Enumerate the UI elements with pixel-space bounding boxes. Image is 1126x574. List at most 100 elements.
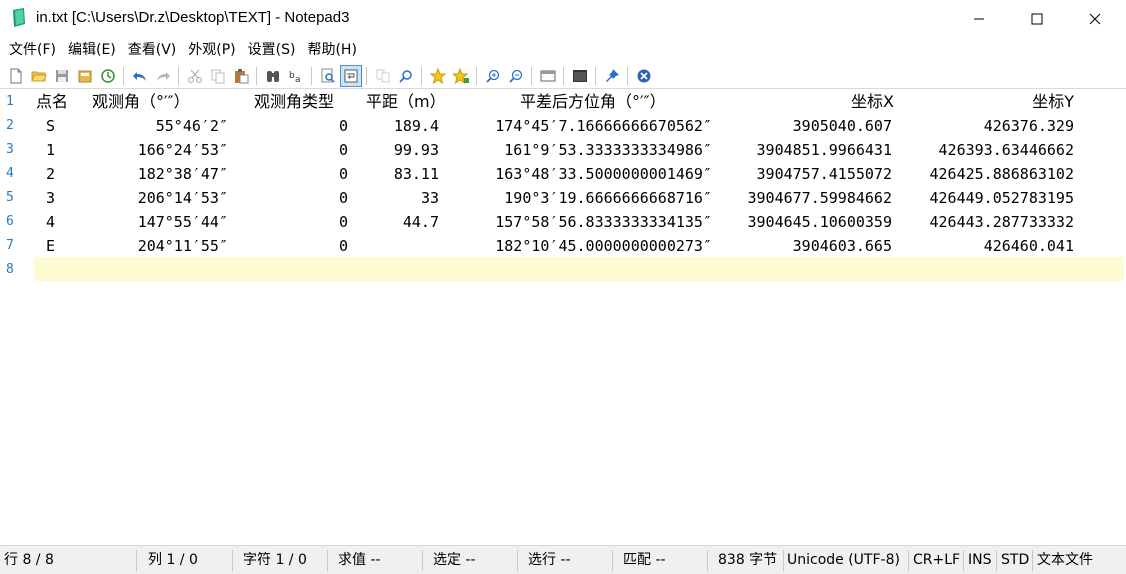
status-bar: 行 8 / 8 列 1 / 0 字符 1 / 0 求值 -- 选定 -- 选行 … <box>0 545 1126 574</box>
zoom-out-icon <box>508 69 522 83</box>
status-separator <box>908 550 909 571</box>
binoculars-icon <box>266 70 279 82</box>
toolbar-separator <box>123 66 124 85</box>
point-name: S <box>46 117 56 135</box>
zoom-out-button[interactable] <box>505 65 527 87</box>
add-favorite-button[interactable] <box>450 65 472 87</box>
menu-settings[interactable]: 设置(S) <box>243 38 301 62</box>
cut-button[interactable] <box>184 65 206 87</box>
coord-x: 3904677.59984662 <box>747 189 893 207</box>
status-std[interactable]: STD <box>1001 546 1029 574</box>
status-separator <box>612 550 613 571</box>
distance: 33 <box>420 189 439 207</box>
line-number: 1 <box>6 94 14 109</box>
status-char[interactable]: 字符 1 / 0 <box>243 546 307 574</box>
redo-icon <box>156 71 170 81</box>
line-number-gutter: 1 2 3 4 5 6 7 8 <box>0 90 34 544</box>
header-name: 点名 <box>36 92 69 111</box>
find-button[interactable] <box>262 65 284 87</box>
menu-file[interactable]: 文件(F) <box>4 38 61 62</box>
status-separator <box>327 550 328 571</box>
close-button[interactable] <box>1066 0 1124 38</box>
observed-angle: 166°24′53″ <box>137 141 228 159</box>
favorites-button[interactable] <box>427 65 449 87</box>
status-selected[interactable]: 选定 -- <box>433 546 476 574</box>
line-number: 5 <box>6 190 14 205</box>
close-circle-icon <box>637 69 650 82</box>
menu-edit[interactable]: 编辑(E) <box>63 38 121 62</box>
status-selected-lines[interactable]: 选行 -- <box>528 546 571 574</box>
pin-button[interactable] <box>601 65 623 87</box>
line-number: 2 <box>6 118 14 133</box>
text-line: 4 147°55′44″ 0 44.7 157°58′56.8333333334… <box>34 210 1124 234</box>
status-separator <box>1032 550 1033 571</box>
redo-button[interactable] <box>152 65 174 87</box>
new-file-button[interactable] <box>5 65 27 87</box>
undo-button[interactable] <box>129 65 151 87</box>
azimuth: 182°10′45.0000000000273″ <box>495 237 712 255</box>
editor[interactable]: 1 2 3 4 5 6 7 8 点名 观测角（°′″） 观测角类型 平距（m） … <box>0 90 1126 544</box>
minimize-button[interactable] <box>950 0 1008 38</box>
point-name: 4 <box>46 213 56 231</box>
status-file-type[interactable]: 文本文件 <box>1037 546 1093 574</box>
text-line-header: 点名 观测角（°′″） 观测角类型 平距（m） 平差后方位角（°′″） 坐标X … <box>34 90 1124 114</box>
status-evaluate[interactable]: 求值 -- <box>338 546 381 574</box>
find-in-files-button[interactable] <box>317 65 339 87</box>
toolbar-separator <box>366 66 367 85</box>
point-name: 2 <box>46 165 56 183</box>
toolbar: ba <box>0 63 1126 89</box>
view-options-button[interactable] <box>537 65 559 87</box>
observed-angle: 204°11′55″ <box>137 237 228 255</box>
menu-appearance[interactable]: 外观(P) <box>183 38 240 62</box>
close-icon <box>1089 13 1101 25</box>
status-match[interactable]: 匹配 -- <box>623 546 666 574</box>
azimuth: 157°58′56.8333333334135″ <box>495 213 712 231</box>
status-separator <box>707 550 708 571</box>
header-distance: 平距（m） <box>366 92 446 111</box>
coord-y: 426449.052783195 <box>929 189 1075 207</box>
status-insert-mode[interactable]: INS <box>968 546 992 574</box>
save-icon <box>55 69 68 82</box>
coord-x: 3905040.607 <box>792 117 892 135</box>
menu-help[interactable]: 帮助(H) <box>302 38 361 62</box>
close-file-button[interactable] <box>633 65 655 87</box>
copy-button[interactable] <box>207 65 229 87</box>
status-separator <box>517 550 518 571</box>
maximize-button[interactable] <box>1008 0 1066 38</box>
angle-type: 0 <box>338 141 348 159</box>
reload-button[interactable] <box>97 65 119 87</box>
star-icon <box>429 67 446 84</box>
zoom-in-button[interactable] <box>482 65 504 87</box>
paste-icon <box>234 68 248 83</box>
scissors-icon <box>187 69 202 83</box>
header-angle-type: 观测角类型 <box>254 92 335 111</box>
replace-button[interactable]: ba <box>285 65 307 87</box>
distance: 99.93 <box>393 141 439 159</box>
point-name: 3 <box>46 189 56 207</box>
status-eol[interactable]: CR+LF <box>913 546 960 574</box>
angle-type: 0 <box>338 237 348 255</box>
distance: 189.4 <box>393 117 439 135</box>
title-bar: in.txt [C:\Users\Dr.z\Desktop\TEXT] - No… <box>0 0 1126 38</box>
paste-button[interactable] <box>230 65 252 87</box>
status-separator <box>783 550 784 571</box>
status-line[interactable]: 行 8 / 8 <box>4 546 54 574</box>
menu-view[interactable]: 查看(V) <box>123 38 182 62</box>
zoom-page-button[interactable] <box>395 65 417 87</box>
open-file-button[interactable] <box>28 65 50 87</box>
save-as-button[interactable] <box>74 65 96 87</box>
word-wrap-button[interactable] <box>339 64 362 87</box>
save-button[interactable] <box>51 65 73 87</box>
status-column[interactable]: 列 1 / 0 <box>148 546 198 574</box>
point-name: E <box>46 237 56 255</box>
word-wrap-icon <box>344 69 357 82</box>
line-number: 8 <box>6 262 14 277</box>
select-all-button[interactable] <box>372 65 394 87</box>
point-name: 1 <box>46 141 56 159</box>
toolbar-separator <box>421 66 422 85</box>
console-button[interactable] <box>569 65 591 87</box>
status-separator <box>232 550 233 571</box>
status-encoding[interactable]: Unicode (UTF-8) <box>787 546 900 574</box>
observed-angle: 182°38′47″ <box>137 165 228 183</box>
coord-x: 3904851.9966431 <box>756 141 892 159</box>
